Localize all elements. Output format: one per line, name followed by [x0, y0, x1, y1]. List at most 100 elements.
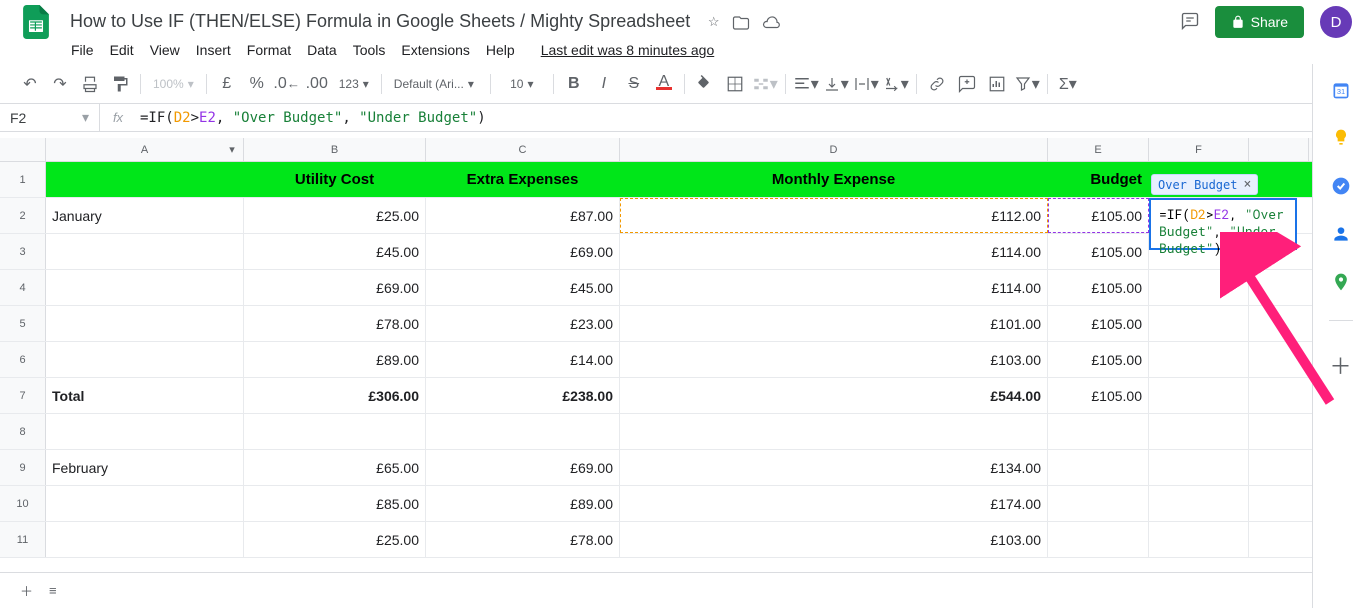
- col-header-e[interactable]: E: [1048, 138, 1149, 161]
- col-header-b[interactable]: B: [244, 138, 426, 161]
- borders-button[interactable]: [721, 70, 749, 98]
- cell[interactable]: £103.00: [620, 342, 1048, 377]
- menu-extensions[interactable]: Extensions: [394, 38, 476, 62]
- cell[interactable]: [1048, 486, 1149, 521]
- cell[interactable]: £78.00: [244, 306, 426, 341]
- cell[interactable]: £89.00: [426, 486, 620, 521]
- col-header-f[interactable]: F: [1149, 138, 1249, 161]
- cell[interactable]: £14.00: [426, 342, 620, 377]
- cell[interactable]: £87.00: [426, 198, 620, 233]
- cell[interactable]: £105.00: [1048, 378, 1149, 413]
- share-button[interactable]: Share: [1215, 6, 1304, 38]
- col-header-blank[interactable]: [1249, 138, 1309, 161]
- vertical-align-button[interactable]: ▾: [822, 70, 850, 98]
- cell[interactable]: £105.00: [1048, 306, 1149, 341]
- cell[interactable]: £65.00: [244, 450, 426, 485]
- menu-help[interactable]: Help: [479, 38, 522, 62]
- insert-link-button[interactable]: [923, 70, 951, 98]
- tasks-icon[interactable]: [1331, 176, 1351, 196]
- row-header[interactable]: 6: [0, 342, 46, 377]
- name-box[interactable]: F2▾: [0, 104, 100, 131]
- cell[interactable]: [1048, 450, 1149, 485]
- cell[interactable]: [1048, 414, 1149, 449]
- number-format-select[interactable]: 123▾: [333, 72, 375, 96]
- select-all-corner[interactable]: [0, 138, 46, 161]
- cell[interactable]: February: [46, 450, 244, 485]
- zoom-select[interactable]: 100%▾: [147, 72, 200, 96]
- cell[interactable]: £114.00: [620, 234, 1048, 269]
- row-header[interactable]: 8: [0, 414, 46, 449]
- cell[interactable]: £105.00: [1048, 198, 1149, 233]
- filter-icon[interactable]: ▾: [225, 142, 239, 156]
- row-header[interactable]: 2: [0, 198, 46, 233]
- fill-color-button[interactable]: [691, 70, 719, 98]
- cell[interactable]: [620, 414, 1048, 449]
- keep-icon[interactable]: [1331, 128, 1351, 148]
- cell[interactable]: £544.00: [620, 378, 1048, 413]
- text-color-button[interactable]: A: [650, 70, 678, 98]
- increase-decimal-button[interactable]: .00: [303, 70, 331, 98]
- cell[interactable]: £114.00: [620, 270, 1048, 305]
- cell[interactable]: £89.00: [244, 342, 426, 377]
- cell[interactable]: [46, 414, 244, 449]
- cell-d1[interactable]: Monthly Expense: [620, 162, 1048, 197]
- cell[interactable]: £238.00: [426, 378, 620, 413]
- italic-button[interactable]: I: [590, 70, 618, 98]
- row-header[interactable]: 9: [0, 450, 46, 485]
- percent-button[interactable]: %: [243, 70, 271, 98]
- menu-insert[interactable]: Insert: [189, 38, 238, 62]
- cell[interactable]: £103.00: [620, 522, 1048, 557]
- cell[interactable]: [1149, 522, 1249, 557]
- insert-comment-button[interactable]: [953, 70, 981, 98]
- paint-format-button[interactable]: [106, 70, 134, 98]
- cell-b1[interactable]: Utility Cost: [244, 162, 426, 197]
- bold-button[interactable]: B: [560, 70, 588, 98]
- cell-c1[interactable]: Extra Expenses: [426, 162, 620, 197]
- cell[interactable]: £85.00: [244, 486, 426, 521]
- cell[interactable]: Total: [46, 378, 244, 413]
- cell[interactable]: £78.00: [426, 522, 620, 557]
- star-icon[interactable]: ☆: [708, 14, 720, 35]
- cell[interactable]: £105.00: [1048, 342, 1149, 377]
- cell[interactable]: [1149, 450, 1249, 485]
- print-button[interactable]: [76, 70, 104, 98]
- cell[interactable]: [1149, 486, 1249, 521]
- move-icon[interactable]: [732, 14, 750, 35]
- decrease-decimal-button[interactable]: .0←: [273, 70, 301, 98]
- cloud-status-icon[interactable]: [762, 14, 780, 35]
- account-avatar[interactable]: D: [1320, 6, 1352, 38]
- cell[interactable]: £174.00: [620, 486, 1048, 521]
- cell[interactable]: [46, 522, 244, 557]
- text-wrap-button[interactable]: ▾: [852, 70, 880, 98]
- menu-view[interactable]: View: [143, 38, 187, 62]
- cell[interactable]: [244, 414, 426, 449]
- last-edit-link[interactable]: Last edit was 8 minutes ago: [534, 38, 722, 62]
- cell[interactable]: [46, 270, 244, 305]
- col-header-a[interactable]: A▾: [46, 138, 244, 161]
- cell[interactable]: £101.00: [620, 306, 1048, 341]
- row-header[interactable]: 4: [0, 270, 46, 305]
- currency-button[interactable]: £: [213, 70, 241, 98]
- row-header[interactable]: 7: [0, 378, 46, 413]
- redo-button[interactable]: ↷: [46, 70, 74, 98]
- col-header-d[interactable]: D: [620, 138, 1048, 161]
- font-size-select[interactable]: 10 ▾: [497, 72, 547, 96]
- cell-a1[interactable]: [46, 162, 244, 197]
- cell[interactable]: £105.00: [1048, 270, 1149, 305]
- cell[interactable]: [46, 486, 244, 521]
- merge-cells-button[interactable]: ▾: [751, 70, 779, 98]
- cell[interactable]: £45.00: [244, 234, 426, 269]
- cell[interactable]: [46, 234, 244, 269]
- cell[interactable]: [46, 306, 244, 341]
- menu-tools[interactable]: Tools: [346, 38, 393, 62]
- spreadsheet-grid[interactable]: A▾ B C D E F 1 Utility Cost Extra Expens…: [0, 132, 1368, 584]
- cell[interactable]: [46, 342, 244, 377]
- row-header[interactable]: 11: [0, 522, 46, 557]
- menu-edit[interactable]: Edit: [103, 38, 141, 62]
- row-header[interactable]: 5: [0, 306, 46, 341]
- text-rotation-button[interactable]: ▾: [882, 70, 910, 98]
- menu-file[interactable]: File: [64, 38, 101, 62]
- formula-input[interactable]: =IF(D2>E2, "Over Budget", "Under Budget"…: [136, 110, 486, 126]
- cell[interactable]: [426, 414, 620, 449]
- undo-button[interactable]: ↶: [16, 70, 44, 98]
